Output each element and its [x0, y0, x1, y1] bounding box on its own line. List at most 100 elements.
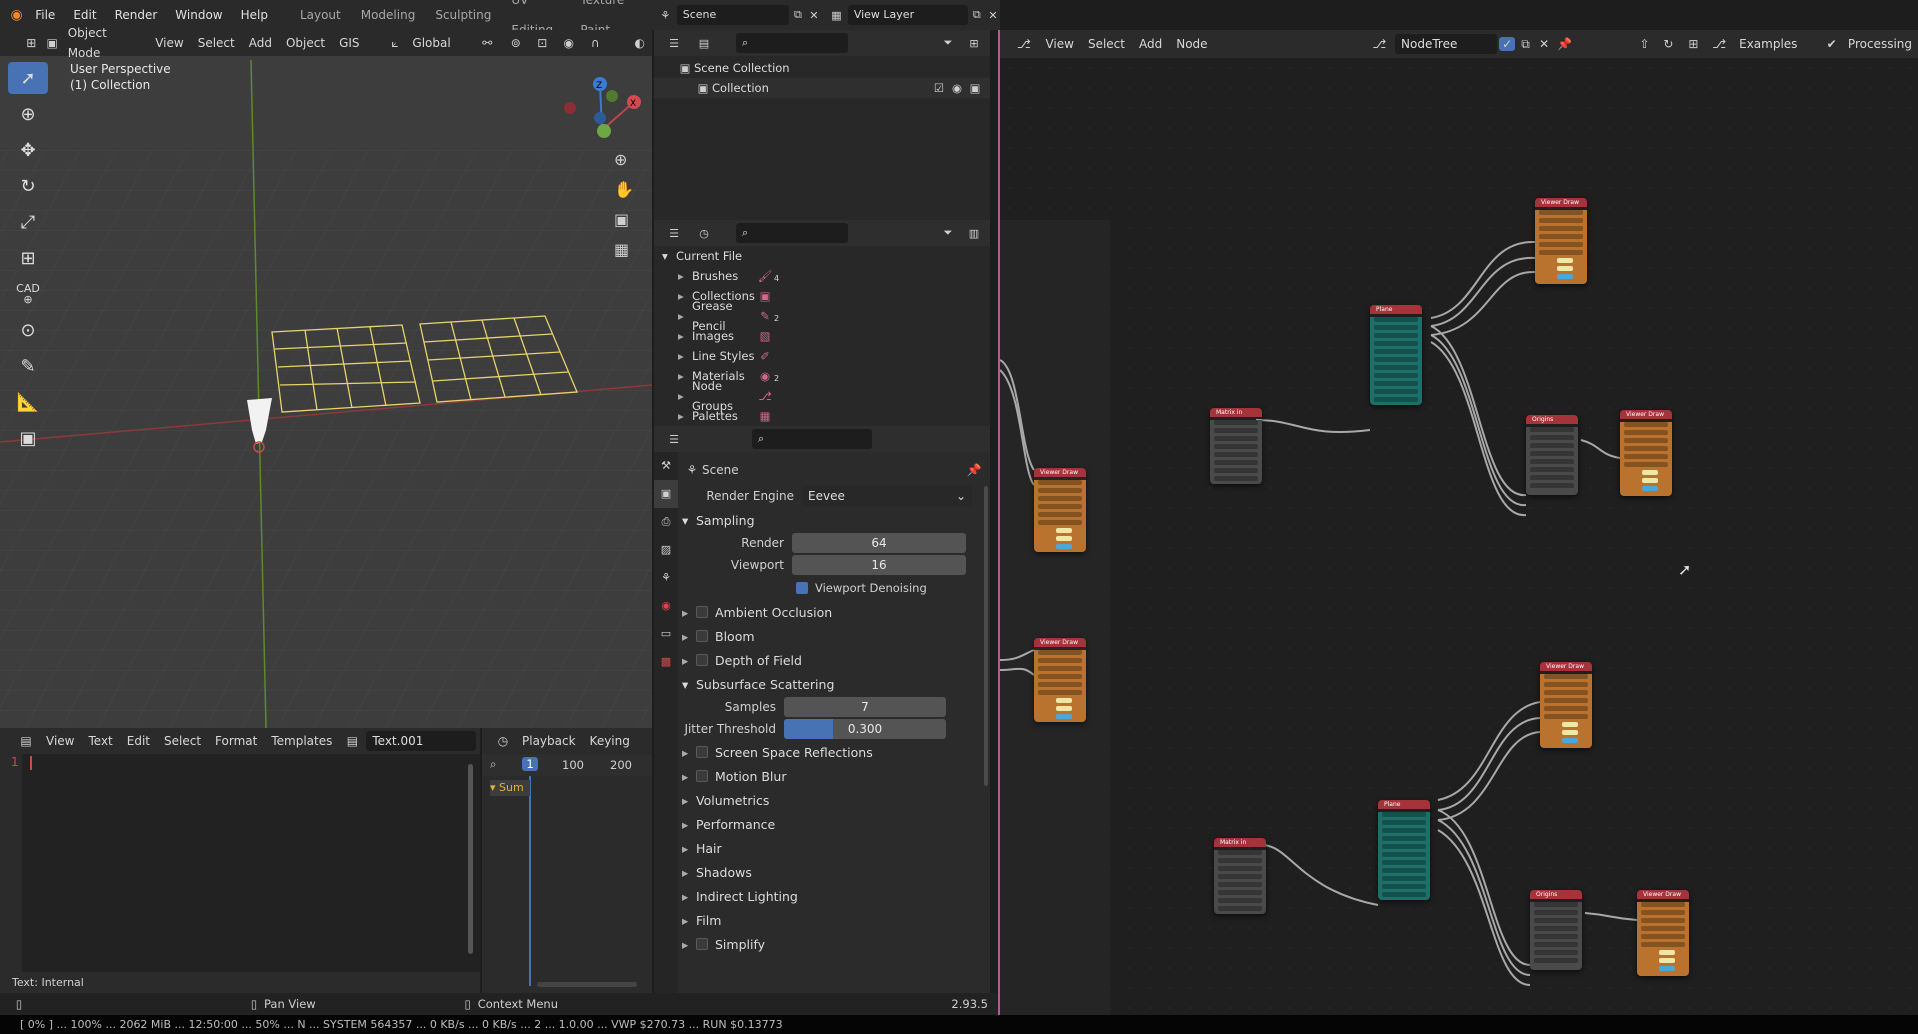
text-menu-select[interactable]: Select: [158, 731, 207, 751]
section-enable-checkbox[interactable]: [696, 630, 708, 642]
world-tab-icon[interactable]: ◉: [654, 592, 678, 620]
datablocks-mode-icon[interactable]: ◷: [692, 227, 716, 240]
timeline-search-icon[interactable]: ⌕: [490, 757, 496, 772]
text-menu-text[interactable]: Text: [82, 731, 118, 751]
section-ambient-occlusion[interactable]: ▸ Ambient Occlusion: [682, 600, 982, 624]
node-title[interactable]: Viewer Draw: [1034, 468, 1086, 477]
scene-tab-icon[interactable]: ⚘: [654, 564, 678, 592]
snap-target-icon[interactable]: ⊡: [530, 36, 555, 50]
timeline-menu-keying[interactable]: Keying: [584, 731, 636, 751]
render-engine-dropdown[interactable]: Eevee ⌄: [802, 486, 972, 506]
scale-icon[interactable]: ⤢: [8, 206, 48, 238]
view-layer-icon[interactable]: ▦: [827, 9, 846, 22]
datablock-row-images[interactable]: ▸ Images ▧: [654, 326, 990, 346]
jitter-threshold-slider[interactable]: 0.300: [784, 719, 946, 739]
timeline-body[interactable]: ⌕ 1 100 200 ▾ Sum: [482, 754, 652, 993]
editor-type-icon[interactable]: ⊞: [20, 36, 43, 50]
outliner-search-input[interactable]: ⌕: [736, 33, 848, 53]
node-viewer[interactable]: Viewer Draw: [1540, 662, 1592, 748]
proportional-edit-icon[interactable]: ◉: [557, 36, 582, 50]
section-screen-space-reflections[interactable]: ▸ Screen Space Reflections: [682, 740, 982, 764]
datablock-row-node-groups[interactable]: ▸ Node Groups ⎇: [654, 379, 990, 413]
cursor-icon[interactable]: ⊕: [8, 98, 48, 130]
section-volumetrics[interactable]: ▸ Volumetrics: [682, 788, 982, 812]
text-datablock-field[interactable]: Text.001: [366, 731, 477, 751]
node-title[interactable]: Viewer Draw: [1535, 198, 1587, 207]
datablocks-search-input[interactable]: ⌕: [736, 223, 848, 243]
falloff-icon[interactable]: ∩: [583, 36, 608, 50]
object-mode-dropdown[interactable]: Object Mode: [62, 23, 148, 63]
workspace-tab-sculpting[interactable]: Sculpting: [426, 0, 500, 30]
node-matrix[interactable]: Matrix in: [1210, 408, 1262, 484]
viewport-menu-view[interactable]: View: [149, 33, 189, 53]
eye-icon[interactable]: ◉: [948, 78, 966, 98]
datablock-row-line-styles[interactable]: ▸ Line Styles ✐: [654, 346, 990, 366]
output-tab-icon[interactable]: ⎙: [654, 508, 678, 536]
menu-window[interactable]: Window: [167, 0, 230, 30]
text-menu-templates[interactable]: Templates: [265, 731, 338, 751]
viewport-denoising-row[interactable]: Viewport Denoising: [682, 576, 982, 600]
filter-icon[interactable]: ⏷: [938, 36, 958, 50]
new-view-layer-icon[interactable]: ⧉: [970, 8, 984, 22]
datablocks-type-icon[interactable]: ☰: [662, 227, 686, 240]
camera-icon[interactable]: ▣: [614, 210, 629, 240]
viewport-menu-object[interactable]: Object: [280, 33, 331, 53]
node-viewer[interactable]: Viewer Draw: [1535, 198, 1587, 284]
menu-help[interactable]: Help: [233, 0, 276, 30]
exclude-checkbox-icon[interactable]: ☑: [930, 78, 948, 98]
section-enable-checkbox[interactable]: [696, 654, 708, 666]
node-title[interactable]: Viewer Draw: [1637, 890, 1689, 899]
node-title[interactable]: Plane: [1378, 800, 1430, 809]
texture-tab-icon[interactable]: ▩: [654, 648, 678, 676]
node-title[interactable]: Origins: [1530, 890, 1582, 899]
current-file-row[interactable]: ▾ Current File: [654, 246, 990, 266]
node-viewer[interactable]: Viewer Draw: [1637, 890, 1689, 976]
text-menu-format[interactable]: Format: [209, 731, 263, 751]
timeline-menu-playback[interactable]: Playback: [516, 731, 582, 751]
new-scene-icon[interactable]: ⧉: [791, 8, 805, 22]
blender-logo-icon[interactable]: ◉: [8, 7, 25, 23]
datablock-row-palettes[interactable]: ▸ Palettes ▦: [654, 406, 990, 426]
grid-perspective-icon[interactable]: ▦: [614, 240, 629, 270]
cad-icon[interactable]: CAD ⊕: [8, 278, 48, 310]
scene-icon[interactable]: ⚘: [656, 9, 675, 22]
node-viewer[interactable]: Viewer Draw: [1034, 468, 1086, 552]
outliner-row-collection[interactable]: ▣ Collection ☑ ◉ ▣: [654, 78, 990, 98]
collection-tab-icon[interactable]: ▭: [654, 620, 678, 648]
select-box-icon[interactable]: ➚: [8, 62, 48, 94]
move-icon[interactable]: ✥: [8, 134, 48, 166]
current-frame-indicator[interactable]: 1: [522, 757, 538, 771]
sss-section-header[interactable]: ▾ Subsurface Scattering: [682, 672, 982, 696]
tool-tab-icon[interactable]: ⚒: [654, 452, 678, 480]
node-title[interactable]: Plane: [1370, 305, 1422, 314]
datablock-row-brushes[interactable]: ▸ Brushes 🖌 4: [654, 266, 990, 286]
view-layer-tab-icon[interactable]: ▨: [654, 536, 678, 564]
node-title[interactable]: Viewer Draw: [1620, 410, 1672, 419]
add-cube-icon[interactable]: ▣: [8, 422, 48, 454]
display-mode-icon[interactable]: ▤: [692, 37, 716, 50]
section-shadows[interactable]: ▸ Shadows: [682, 860, 982, 884]
datablocks-delete-icon[interactable]: ▥: [964, 227, 984, 240]
section-hair[interactable]: ▸ Hair: [682, 836, 982, 860]
node-viewer[interactable]: Viewer Draw: [1034, 638, 1086, 722]
text-scrollbar[interactable]: [468, 764, 473, 954]
pin-icon[interactable]: 📌: [966, 463, 982, 477]
new-collection-icon[interactable]: ⊞: [964, 37, 984, 50]
node-title[interactable]: Matrix in: [1214, 838, 1266, 847]
section-enable-checkbox[interactable]: [696, 606, 708, 618]
measure-icon[interactable]: 📐: [8, 386, 48, 418]
datablock-row-grease-pencil[interactable]: ▸ Grease Pencil ✎ 2: [654, 299, 990, 333]
pivot-icon[interactable]: ⚯: [473, 36, 501, 50]
close-scene-icon[interactable]: ✕: [807, 9, 821, 22]
menu-file[interactable]: File: [27, 0, 63, 30]
node-plane[interactable]: Plane: [1378, 800, 1430, 900]
section-bloom[interactable]: ▸ Bloom: [682, 624, 982, 648]
text-editor-body[interactable]: 1: [0, 754, 480, 972]
transform-icon[interactable]: ⊞: [8, 242, 48, 274]
outliner-row-scene-collection[interactable]: ▣ Scene Collection: [654, 58, 990, 78]
snap-icon[interactable]: ⊚: [503, 36, 528, 50]
section-depth-of-field[interactable]: ▸ Depth of Field: [682, 648, 982, 672]
render-samples-field[interactable]: 64: [792, 533, 966, 553]
viewport-menu-select[interactable]: Select: [192, 33, 241, 53]
node-origins[interactable]: Origins: [1526, 415, 1578, 495]
